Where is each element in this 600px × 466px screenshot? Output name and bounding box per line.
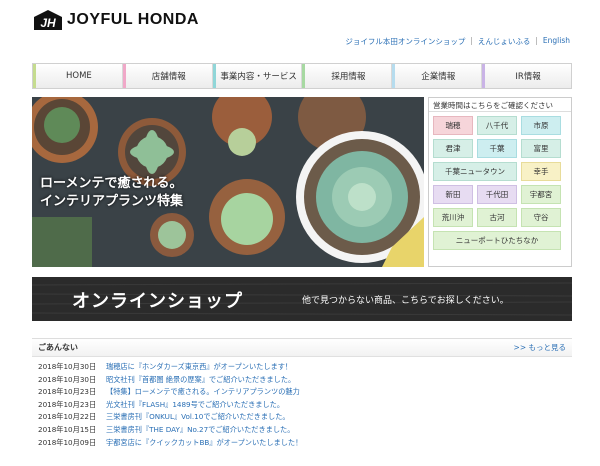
news-link[interactable]: 昭文社刊『首都圏 絶景の歴案』でご紹介いただきました。 xyxy=(106,374,295,387)
hero-caption-line1: ローメンテで癒される。 xyxy=(40,176,183,191)
news-item: 2018年10月15日 三栄書房刊『THE DAY』No.27でご紹介いただきま… xyxy=(32,424,572,437)
store-chiba[interactable]: 千葉 xyxy=(477,139,517,158)
nav-ir[interactable]: IR情報 xyxy=(482,64,571,88)
nav-recruit[interactable]: 採用情報 xyxy=(302,64,393,88)
news-link[interactable]: 光文社刊『FLASH』1489号でご紹介いただきました。 xyxy=(106,399,284,412)
banner-title: オンラインショップ xyxy=(72,291,243,312)
logo-mark-icon: JH xyxy=(33,9,63,31)
news-date: 2018年10月23日 xyxy=(38,399,97,409)
store-chiyoda[interactable]: 千代田 xyxy=(477,185,517,204)
nav-home[interactable]: HOME xyxy=(33,64,123,88)
store-nitta[interactable]: 新田 xyxy=(433,185,473,204)
link-separator: | xyxy=(535,36,538,45)
hero-caption: ローメンテで癒される。 インテリアプランツ特集 xyxy=(40,175,183,211)
store-tomisato[interactable]: 富里 xyxy=(521,139,561,158)
nav-company[interactable]: 企業情報 xyxy=(392,64,483,88)
store-ichihara[interactable]: 市原 xyxy=(521,116,561,135)
news-item: 2018年10月30日 瑞穂店に『ホンダカーズ東京西』がオープンいたします！ xyxy=(32,361,572,374)
global-nav: HOME 店舗情報 事業内容・サービス 採用情報 企業情報 IR情報 xyxy=(32,63,572,89)
store-arakawaoki[interactable]: 荒川沖 xyxy=(433,208,473,227)
news-date: 2018年10月09日 xyxy=(38,437,97,447)
online-shop-banner[interactable]: オンラインショップ 他で見つからない商品、こちらでお探しください。 xyxy=(32,277,572,321)
hero-caption-line2: インテリアプランツ特集 xyxy=(40,194,184,209)
store-moriya[interactable]: 守谷 xyxy=(521,208,561,227)
svg-text:JH: JH xyxy=(40,16,56,30)
news-header: ごあんない >> もっと見る xyxy=(32,339,572,357)
link-separator: | xyxy=(470,36,473,45)
store-grid: 瑞穂 八千代 市原 君津 千葉 富里 千葉ニュータウン 幸手 新田 千代田 宇都… xyxy=(429,112,571,250)
news-date: 2018年10月30日 xyxy=(38,374,97,384)
news-section: ごあんない >> もっと見る 2018年10月30日 瑞穂店に『ホンダカーズ東京… xyxy=(32,338,572,460)
hero-banner[interactable]: ローメンテで癒される。 インテリアプランツ特集 xyxy=(32,97,424,267)
nav-stores[interactable]: 店舗情報 xyxy=(122,64,213,88)
banner-subtitle: 他で見つからない商品、こちらでお探しください。 xyxy=(302,296,509,306)
store-panel-heading: 営業時間はこちらをご確認ください xyxy=(429,98,571,112)
news-link[interactable]: 瑞穂店に『ホンダカーズ東京西』がオープンいたします！ xyxy=(106,361,292,374)
store-kimitsu[interactable]: 君津 xyxy=(433,139,473,158)
news-date: 2018年10月15日 xyxy=(38,424,97,434)
store-hours-panel: 営業時間はこちらをご確認ください 瑞穂 八千代 市原 君津 千葉 富里 千葉ニュ… xyxy=(428,97,572,267)
store-chiba-newtown[interactable]: 千葉ニュータウン xyxy=(433,162,517,181)
header-links: ジョイフル本田オンラインショップ | えんじょいふる | English xyxy=(345,36,570,47)
store-yachiyo[interactable]: 八千代 xyxy=(477,116,517,135)
online-shop-link[interactable]: ジョイフル本田オンラインショップ xyxy=(345,36,465,47)
nav-services[interactable]: 事業内容・サービス xyxy=(212,64,303,88)
news-link[interactable]: 宇都宮店に『クイックカットBB』がオープンいたしました！ xyxy=(106,437,302,450)
store-satte[interactable]: 幸手 xyxy=(521,162,561,181)
news-more-link[interactable]: >> もっと見る xyxy=(514,342,566,353)
news-date: 2018年10月30日 xyxy=(38,362,97,371)
store-koga[interactable]: 古河 xyxy=(477,208,517,227)
news-date: 2018年10月23日 xyxy=(38,387,97,397)
news-link[interactable]: 三栄書房刊『ONKUL』Vol.10でご紹介いただきました。 xyxy=(106,411,290,424)
news-item: 2018年10月22日 三栄書房刊『ONKUL』Vol.10でご紹介いただきまし… xyxy=(32,411,572,424)
news-link[interactable]: 三栄書房刊『THE DAY』No.27でご紹介いただきました。 xyxy=(106,424,294,437)
store-mizuho[interactable]: 瑞穂 xyxy=(433,116,473,135)
news-item: 2018年10月23日 【特集】ローメンテで癒される。インテリアプランツの魅力 xyxy=(32,386,572,399)
news-list: 2018年10月30日 瑞穂店に『ホンダカーズ東京西』がオープンいたします！ 2… xyxy=(32,357,572,449)
store-utsunomiya[interactable]: 宇都宮 xyxy=(521,185,561,204)
logo-text: JOYFUL HONDA xyxy=(67,11,199,28)
news-item: 2018年10月23日 光文社刊『FLASH』1489号でご紹介いただきました。 xyxy=(32,399,572,412)
english-link[interactable]: English xyxy=(543,36,570,47)
news-date: 2018年10月22日 xyxy=(38,412,97,422)
store-newport-hitachinaka[interactable]: ニューポートひたちなか xyxy=(433,231,561,250)
site-logo[interactable]: JH JOYFUL HONDA xyxy=(33,9,199,31)
news-title: ごあんない xyxy=(38,343,78,352)
news-item: 2018年10月30日 昭文社刊『首都圏 絶景の歴案』でご紹介いただきました。 xyxy=(32,374,572,387)
news-link[interactable]: 【特集】ローメンテで癒される。インテリアプランツの魅力 xyxy=(106,386,300,399)
news-item: 2018年10月09日 宇都宮店に『クイックカットBB』がオープンいたしました！ xyxy=(32,437,572,450)
enjoyful-link[interactable]: えんじょいふる xyxy=(478,36,531,47)
